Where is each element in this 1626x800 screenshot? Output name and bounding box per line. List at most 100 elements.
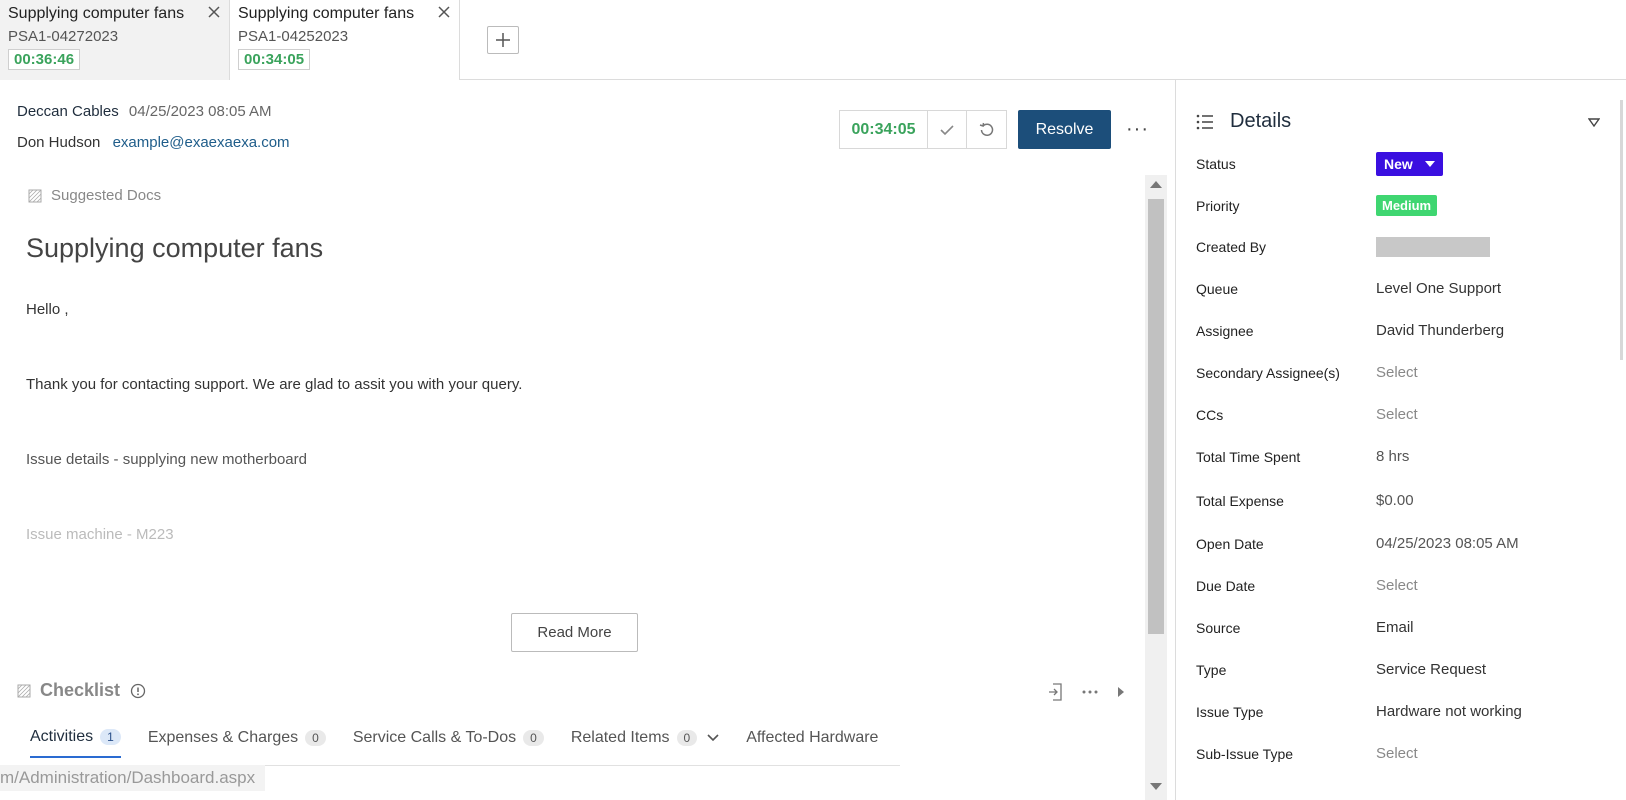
source-value[interactable]: Email: [1376, 619, 1414, 636]
resolve-button[interactable]: Resolve: [1018, 110, 1111, 149]
caret-down-icon: [1424, 161, 1435, 167]
checklist-section: Checklist: [17, 680, 146, 701]
status-dropdown[interactable]: New: [1376, 152, 1443, 176]
add-tab-button[interactable]: [487, 26, 519, 54]
description-greeting: Hello ,: [26, 301, 69, 318]
tab-affected-hardware[interactable]: Affected Hardware: [746, 728, 878, 758]
close-icon[interactable]: [207, 5, 221, 19]
detail-secondary-assignee: Secondary Assignee(s) Select: [1196, 364, 1616, 381]
detail-queue: Queue Level One Support: [1196, 280, 1616, 297]
list-icon: [1196, 114, 1213, 129]
tab-related-items[interactable]: Related Items 0: [571, 728, 719, 758]
read-more-button[interactable]: Read More: [511, 613, 638, 652]
timer-stop-button[interactable]: [928, 111, 967, 148]
activity-tabs: Activities 1 Expenses & Charges 0 Servic…: [30, 728, 905, 758]
open-date-value[interactable]: 04/25/2023 08:05 AM: [1376, 535, 1519, 552]
scroll-thumb[interactable]: [1148, 199, 1164, 634]
tab-label: Related Items: [570, 729, 670, 746]
tab-service-calls[interactable]: Service Calls & To-Dos 0: [353, 728, 544, 758]
tab-timer: 00:36:46: [8, 49, 81, 70]
details-header: Details: [1196, 110, 1291, 133]
plus-icon: [496, 33, 510, 47]
ccs-select[interactable]: Select: [1376, 406, 1418, 423]
detail-label: Sub-Issue Type: [1196, 745, 1294, 762]
check-icon: [940, 124, 954, 135]
tab-title: Supplying computer fans: [8, 5, 185, 22]
docs-icon: [28, 189, 42, 202]
collapse-icon[interactable]: [1588, 118, 1600, 127]
detail-label: Secondary Assignee(s): [1196, 364, 1340, 381]
detail-source: Source Email: [1196, 619, 1616, 636]
redacted-value: [1376, 237, 1490, 257]
chevron-down-icon[interactable]: [707, 734, 719, 742]
scroll-down-icon[interactable]: [1150, 783, 1162, 790]
issue-type-value[interactable]: Hardware not working: [1376, 703, 1522, 720]
detail-label: Due Date: [1196, 577, 1256, 594]
details-scrollbar[interactable]: [1620, 100, 1623, 360]
tab-ticket-id: PSA1-04272023: [8, 28, 119, 45]
status-value: New: [1384, 156, 1413, 172]
detail-label: Status: [1196, 156, 1236, 172]
suggested-docs-label: Suggested Docs: [51, 187, 162, 204]
detail-label: Issue Type: [1196, 703, 1264, 720]
type-value[interactable]: Service Request: [1376, 661, 1486, 678]
detail-total-expense: Total Expense $0.00: [1196, 492, 1616, 509]
ticket-tab-bar: Supplying computer fans PSA1-04272023 00…: [0, 0, 1626, 80]
detail-label: Total Expense: [1196, 492, 1284, 509]
detail-created-by: Created By: [1196, 237, 1616, 257]
detail-issue-type: Issue Type Hardware not working: [1196, 703, 1616, 720]
info-icon[interactable]: [130, 683, 146, 699]
count-badge: 1: [100, 729, 121, 745]
ticket-tab-1[interactable]: Supplying computer fans PSA1-04272023 00…: [0, 0, 230, 80]
tab-expenses-charges[interactable]: Expenses & Charges 0: [148, 728, 326, 758]
checklist-icon: [17, 684, 31, 697]
priority-badge[interactable]: Medium: [1376, 195, 1438, 216]
due-date-select[interactable]: Select: [1376, 577, 1418, 594]
reset-icon: [979, 122, 993, 136]
detail-due-date: Due Date Select: [1196, 577, 1616, 594]
close-icon[interactable]: [437, 5, 451, 19]
tab-timer: 00:34:05: [238, 49, 311, 70]
ticket-header: Deccan Cables 04/25/2023 08:05 AM Don Hu…: [17, 103, 290, 151]
detail-label: Priority: [1196, 197, 1240, 214]
secondary-assignee-select[interactable]: Select: [1376, 364, 1418, 381]
tab-label: Affected Hardware: [746, 729, 879, 746]
status-bar-url: m/Administration/Dashboard.aspx: [0, 765, 266, 791]
detail-total-time: Total Time Spent 8 hrs: [1196, 448, 1616, 465]
ticket-title: Supplying computer fans: [26, 233, 324, 263]
company-name[interactable]: Deccan Cables: [17, 103, 119, 120]
more-options-icon[interactable]: ···: [1126, 118, 1149, 141]
more-icon[interactable]: [1082, 690, 1098, 694]
detail-type: Type Service Request: [1196, 661, 1616, 678]
ticket-timer-control: 00:34:05: [839, 110, 1007, 149]
ticket-tab-2[interactable]: Supplying computer fans PSA1-04252023 00…: [230, 0, 460, 80]
total-time-value: 8 hrs: [1376, 448, 1410, 465]
expand-right-icon[interactable]: [1116, 686, 1126, 698]
ticket-timer-value: 00:34:05: [840, 111, 928, 148]
queue-value[interactable]: Level One Support: [1376, 280, 1501, 297]
description-line: Issue machine - M223: [26, 526, 174, 543]
tab-label: Service Calls & To-Dos: [352, 729, 517, 746]
details-panel: Details Status New Priority Medium Creat…: [1175, 80, 1626, 800]
count-badge: 0: [305, 730, 326, 746]
scroll-up-icon[interactable]: [1150, 181, 1162, 188]
import-icon[interactable]: [1048, 683, 1064, 701]
contact-email-link[interactable]: example@exaexaexa.com: [113, 134, 290, 151]
detail-priority: Priority Medium: [1196, 195, 1616, 216]
tab-title: Supplying computer fans: [238, 5, 415, 22]
assignee-value[interactable]: David Thunderberg: [1376, 322, 1504, 339]
detail-label: Open Date: [1196, 535, 1264, 552]
sub-issue-type-select[interactable]: Select: [1376, 745, 1418, 762]
timer-reset-button[interactable]: [967, 111, 1006, 148]
detail-sub-issue-type: Sub-Issue Type Select: [1196, 745, 1616, 762]
detail-label: Total Time Spent: [1196, 448, 1301, 465]
tab-label: Expenses & Charges: [147, 729, 299, 746]
content-scrollbar[interactable]: [1145, 175, 1167, 800]
contact-name[interactable]: Don Hudson: [17, 134, 100, 151]
detail-assignee: Assignee David Thunderberg: [1196, 322, 1616, 339]
checklist-actions: [1048, 683, 1126, 701]
tab-activities[interactable]: Activities 1: [30, 728, 121, 758]
tab-label: Activities: [30, 728, 94, 745]
suggested-docs[interactable]: Suggested Docs: [28, 187, 161, 204]
count-badge: 0: [676, 730, 698, 746]
